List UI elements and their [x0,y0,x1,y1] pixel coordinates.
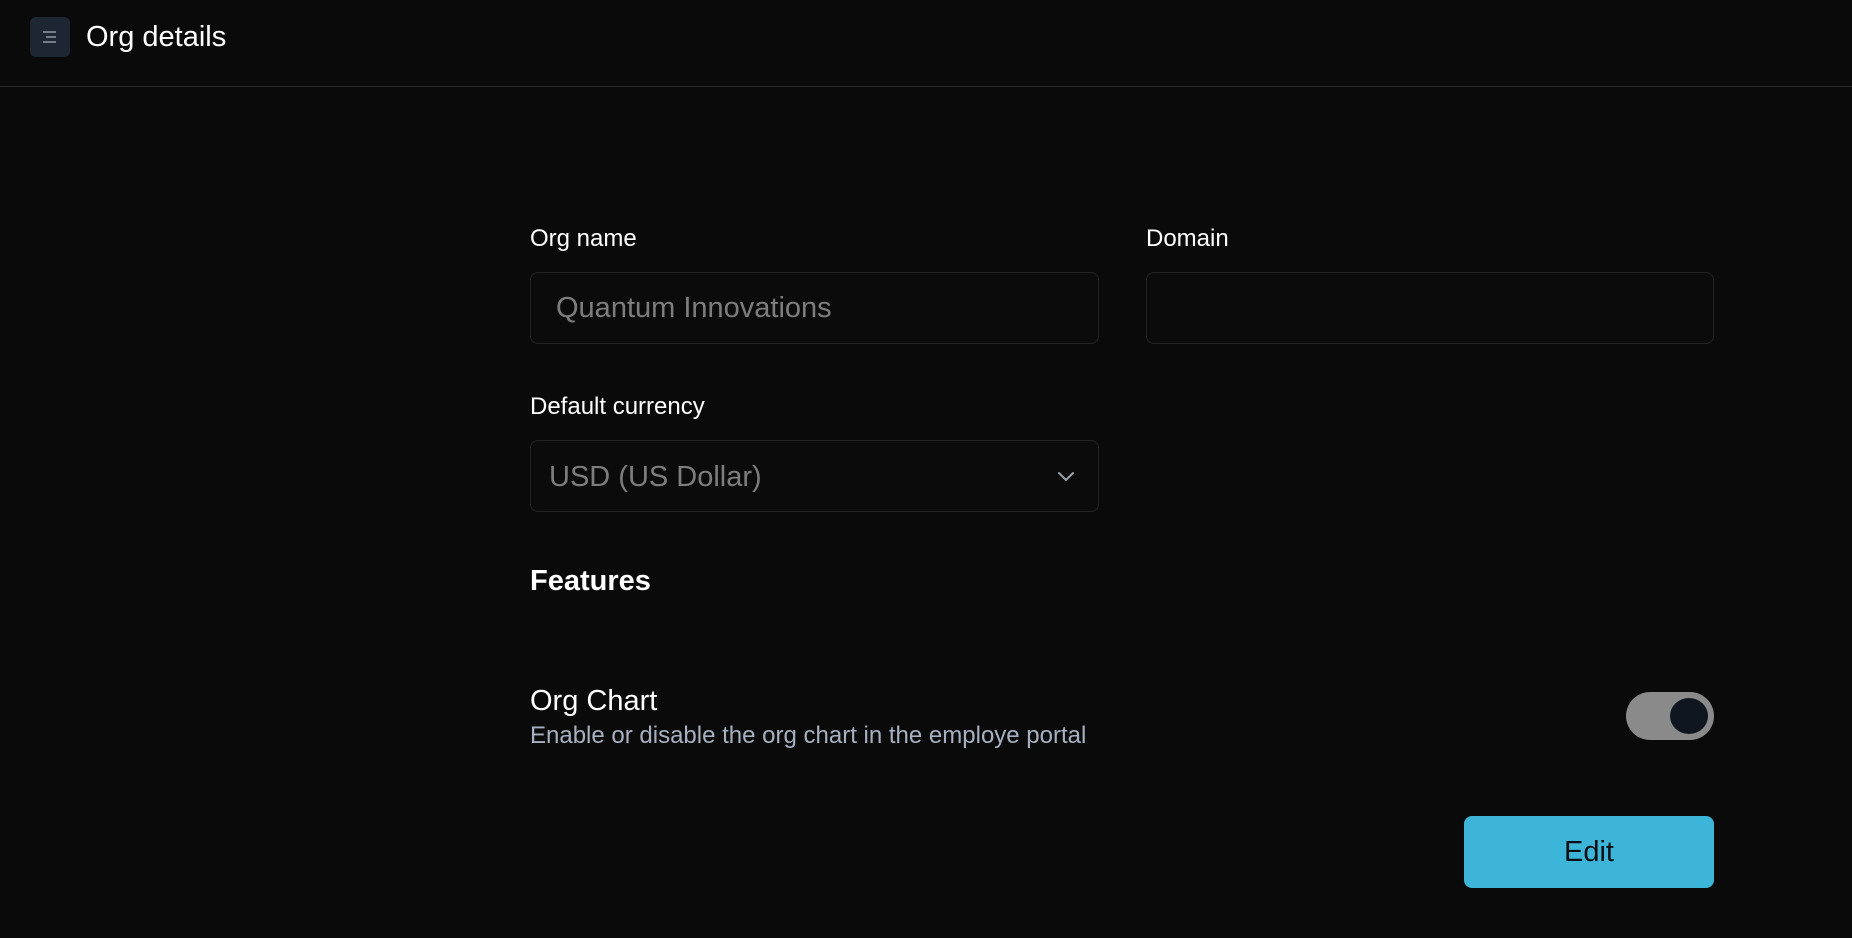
top-bar: Org details [0,0,1852,87]
toggle-knob [1670,698,1708,734]
edit-button[interactable]: Edit [1464,816,1714,888]
domain-label: Domain [1146,225,1229,252]
feature-title: Org Chart [530,685,658,717]
org-name-label: Org name [530,225,637,252]
chevron-down-icon [1058,472,1074,481]
currency-label: Default currency [530,393,705,420]
org-name-input[interactable] [530,272,1099,344]
features-heading: Features [530,565,651,597]
currency-select[interactable]: USD (US Dollar) [530,440,1099,512]
currency-selected-value: USD (US Dollar) [549,461,762,493]
menu-icon [43,31,56,43]
org-details-page: Org details Org name Domain Default curr… [0,0,1852,938]
sidebar-toggle-button[interactable] [30,17,70,57]
feature-description: Enable or disable the org chart in the e… [530,722,1087,749]
domain-input[interactable] [1146,272,1714,344]
page-title: Org details [86,21,227,53]
org-chart-toggle[interactable] [1626,692,1714,740]
